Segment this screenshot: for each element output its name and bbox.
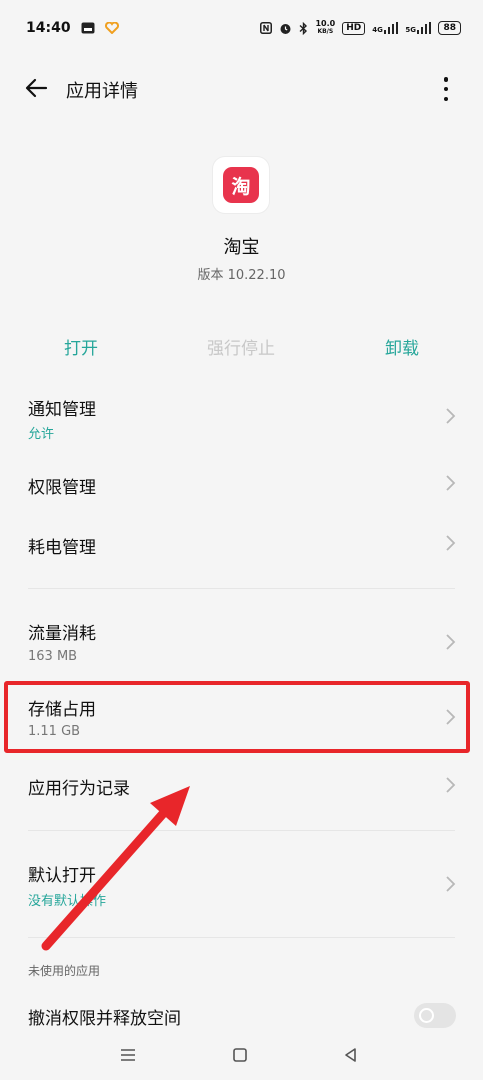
- chevron-right-icon: [446, 777, 456, 793]
- row-title: 耗电管理: [28, 538, 96, 558]
- chevron-right-icon: [446, 475, 456, 491]
- unused-apps-section-label: 未使用的应用: [28, 964, 101, 978]
- signal-5g-icon: [416, 22, 432, 34]
- menu-icon[interactable]: [117, 1044, 139, 1066]
- battery-indicator: 88: [438, 21, 461, 35]
- hd-badge: HD: [342, 21, 366, 35]
- row-title: 应用行为记录: [28, 779, 130, 799]
- uninstall-button[interactable]: 卸载: [347, 334, 457, 359]
- more-options-icon[interactable]: [440, 77, 452, 101]
- network-5g-label: 5G: [405, 26, 416, 34]
- status-right: 10.0 KB/S HD 4G 5G 88: [260, 20, 461, 36]
- row-data-usage[interactable]: 流量消耗 163 MB: [0, 612, 483, 672]
- row-battery[interactable]: 耗电管理: [0, 520, 483, 568]
- net-speed: 10.0 KB/S: [315, 20, 335, 36]
- net-speed-value: 10.0: [315, 19, 336, 28]
- alarm-icon: [280, 23, 291, 34]
- signal-4g-icon: [383, 22, 399, 34]
- revoke-permissions-toggle[interactable]: [414, 1003, 456, 1028]
- divider: [28, 937, 455, 938]
- row-title: 权限管理: [28, 478, 96, 498]
- status-left: 14:40: [26, 20, 119, 36]
- app-version: 版本 10.22.10: [197, 268, 286, 283]
- open-button[interactable]: 打开: [26, 334, 136, 359]
- row-title: 默认打开: [28, 866, 96, 886]
- row-title: 流量消耗: [28, 624, 96, 644]
- highlight-box: [4, 681, 470, 753]
- row-subtitle: 163 MB: [28, 649, 78, 664]
- chevron-right-icon: [446, 535, 456, 551]
- row-notifications[interactable]: 通知管理 允许: [0, 388, 483, 448]
- chevron-right-icon: [446, 634, 456, 650]
- network-5g: 5G: [405, 22, 432, 34]
- home-icon[interactable]: [229, 1044, 251, 1066]
- net-speed-unit: KB/S: [317, 28, 334, 35]
- gallery-notification-icon: [81, 22, 95, 34]
- row-title: 撤消权限并释放空间: [28, 1009, 181, 1029]
- divider: [28, 588, 455, 589]
- network-4g-label: 4G: [372, 26, 383, 34]
- row-behavior-record[interactable]: 应用行为记录: [0, 762, 483, 810]
- app-actions: 打开 强行停止 卸载: [0, 334, 483, 366]
- toggle-knob: [419, 1008, 434, 1023]
- back-triangle-icon[interactable]: [340, 1044, 362, 1066]
- row-title: 通知管理: [28, 400, 96, 420]
- taobao-app-icon: 淘: [223, 167, 259, 203]
- back-arrow-icon[interactable]: [24, 75, 50, 101]
- network-4g: 4G: [372, 22, 399, 34]
- nfc-icon: [260, 22, 273, 34]
- app-bar: 应用详情: [0, 64, 483, 114]
- chevron-right-icon: [446, 408, 456, 424]
- force-stop-button: 强行停止: [207, 339, 275, 359]
- chevron-right-icon: [446, 876, 456, 892]
- app-name: 淘宝: [223, 237, 260, 258]
- row-subtitle: 允许: [28, 427, 55, 442]
- heart-notification-icon: [104, 22, 119, 34]
- status-time: 14:40: [26, 20, 71, 36]
- divider: [28, 830, 455, 831]
- page-title: 应用详情: [66, 81, 138, 102]
- row-default-open[interactable]: 默认打开 没有默认操作: [0, 852, 483, 916]
- bluetooth-icon: [299, 21, 308, 35]
- row-subtitle: 没有默认操作: [28, 894, 107, 909]
- row-permissions[interactable]: 权限管理: [0, 460, 483, 508]
- app-icon-container: 淘: [213, 157, 269, 213]
- status-bar: 14:40 10.0 KB/S HD 4G 5G 88: [0, 0, 483, 56]
- navigation-bar: [0, 1030, 483, 1080]
